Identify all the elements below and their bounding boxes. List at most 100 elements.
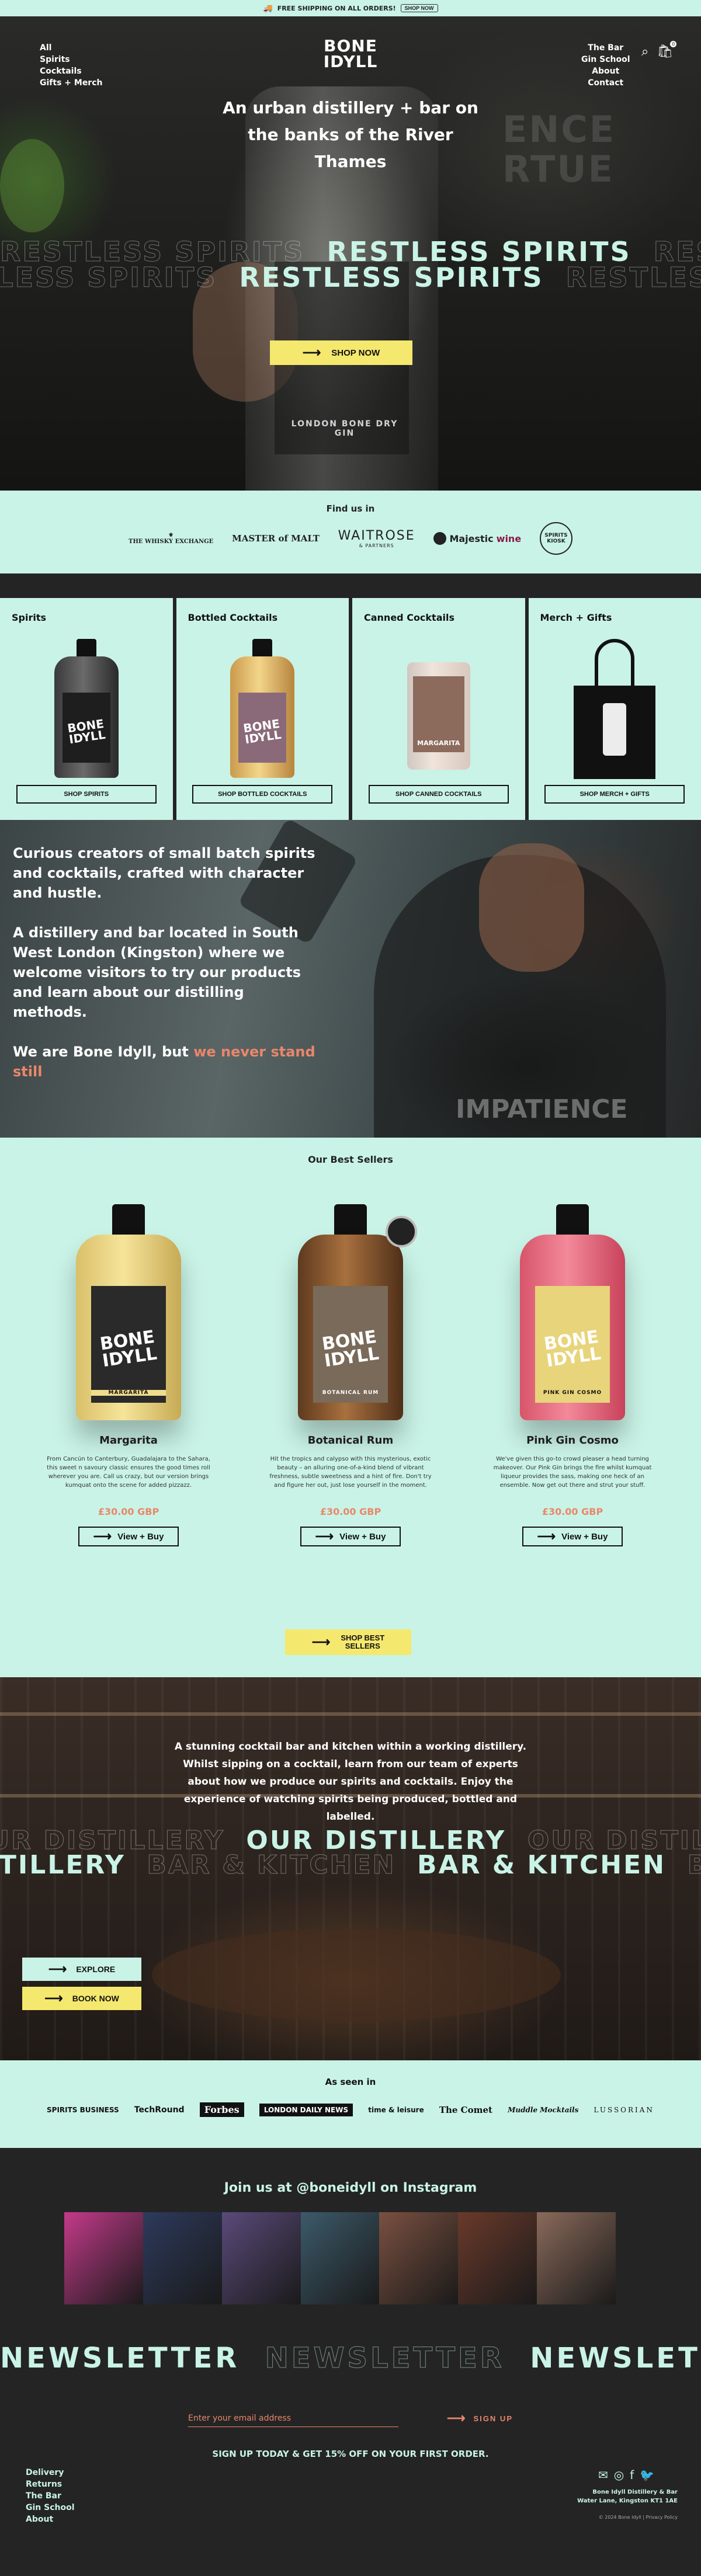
retailer-majestic[interactable]: Majestic wine — [433, 532, 521, 545]
nav-spirits[interactable]: Spirits — [40, 55, 102, 64]
nav-about[interactable]: About — [592, 67, 619, 76]
story-section: IMPATIENCE Curious creators of small bat… — [0, 820, 701, 1138]
hero-bottle-text: LONDON BONE DRY GIN — [291, 419, 398, 438]
product-description: Hit the tropics and calypso with this my… — [269, 1456, 432, 1489]
view-buy-button[interactable]: ⟶ View + Buy — [522, 1527, 623, 1546]
explore-button[interactable]: ⟶ EXPLORE — [22, 1958, 141, 1981]
footer-link-the-bar[interactable]: The Bar — [26, 2491, 75, 2501]
bottle-label-text: MARGARITA — [91, 1390, 166, 1396]
retailer-name: Majestic — [449, 533, 494, 544]
product-name[interactable]: Margarita — [35, 1434, 222, 1447]
instagram-title[interactable]: Join us at @boneidyll on Instagram — [0, 2181, 701, 2195]
press-techround[interactable]: TechRound — [134, 2105, 185, 2115]
nav-gifts-merch[interactable]: Gifts + Merch — [40, 78, 102, 88]
twitter-icon[interactable]: 🐦 — [640, 2468, 654, 2482]
press-muddle-mocktails[interactable]: Muddle Mocktails — [508, 2106, 578, 2114]
as-seen-in-section: As seen in SPIRITS BUSINESS TechRound Fo… — [0, 2060, 701, 2148]
footer-link-about[interactable]: About — [26, 2515, 75, 2524]
bar-table-image — [152, 1928, 561, 2022]
site-logo[interactable]: BONE IDYLL — [321, 38, 380, 69]
newsletter-email-input[interactable] — [188, 2410, 398, 2427]
arrow-right-icon: ⟶ — [315, 1529, 334, 1543]
press-time-leisure[interactable]: time & leisure — [368, 2106, 424, 2113]
retailer-name-suffix: wine — [496, 533, 522, 544]
retailer-name: THE WHISKY EXCHANGE — [129, 538, 214, 545]
press-lussorian[interactable]: LUSSORIAN — [594, 2106, 654, 2114]
instagram-post-tile[interactable] — [143, 2212, 222, 2304]
press-spirits-business[interactable]: SPIRITS BUSINESS — [47, 2106, 119, 2113]
hero-shop-now-button[interactable]: ⟶ SHOP NOW — [270, 340, 412, 365]
can-label-text: MARGARITA — [417, 739, 460, 747]
press-the-comet[interactable]: The Comet — [439, 2105, 492, 2115]
facebook-icon[interactable]: f — [630, 2468, 634, 2482]
shop-best-sellers-button[interactable]: ⟶ SHOP BEST SELLERS — [285, 1629, 411, 1655]
product-card-pink-gin-cosmo: BONE IDYLL PINK GIN COSMO Pink Gin Cosmo… — [479, 1204, 666, 1546]
best-sellers-title: Our Best Sellers — [308, 1154, 393, 1165]
announcement-shop-button[interactable]: SHOP NOW — [400, 4, 438, 12]
cart-icon[interactable]: 🛍 0 — [657, 41, 677, 59]
search-icon[interactable]: ⌕ — [641, 44, 648, 59]
retailer-spirits-kiosk[interactable]: SPIRITS KIOSK — [539, 522, 572, 555]
category-card-canned-cocktails[interactable]: Canned Cocktails MARGARITA SHOP CANNED C… — [352, 598, 525, 820]
hero-marquee-row-2: RESTLESS SPIRITS RESTLESS SPIRITS RESTLE… — [0, 262, 701, 294]
story-paragraph-3: We are Bone Idyll, but we never stand st… — [13, 1042, 317, 1082]
instagram-post-tile[interactable] — [458, 2212, 537, 2304]
view-buy-button[interactable]: ⟶ View + Buy — [300, 1527, 401, 1546]
instagram-icon[interactable]: ◎ — [614, 2468, 624, 2482]
press-london-daily-news[interactable]: LONDON DAILY NEWS — [259, 2103, 353, 2116]
newsletter-section: NEWSLETTER NEWSLETTER NEWSLETTER ⟶ SIGN U… — [0, 2329, 701, 2576]
distillery-description: A stunning cocktail bar and kitchen with… — [174, 1741, 527, 1823]
footer-copyright: © 2024 Bone Idyll | Privacy Policy — [598, 2515, 678, 2520]
bottle-label-text: BOTANICAL RUM — [322, 1390, 379, 1396]
header-icons: ⌕ 🛍 0 — [641, 41, 677, 59]
marquee-outline-text: RESTLESS SPIRITS — [0, 262, 217, 294]
retailer-master-of-malt[interactable]: MASTER of MALT — [232, 533, 320, 544]
product-name[interactable]: Botanical Rum — [257, 1434, 444, 1447]
nav-the-bar[interactable]: The Bar — [588, 43, 623, 53]
product-image[interactable]: BONE IDYLL BOTANICAL RUM — [298, 1204, 417, 1420]
email-icon[interactable]: ✉ — [598, 2468, 608, 2482]
instagram-post-tile[interactable] — [537, 2212, 616, 2304]
nav-all[interactable]: All — [40, 43, 102, 53]
view-buy-button[interactable]: ⟶ View + Buy — [78, 1527, 179, 1546]
category-card-spirits[interactable]: Spirits BONE IDYLL SHOP SPIRITS — [0, 598, 173, 820]
retailer-waitrose[interactable]: WAITROSE & PARTNERS — [338, 529, 415, 548]
nav-cocktails[interactable]: Cocktails — [40, 67, 102, 76]
instagram-post-tile[interactable] — [379, 2212, 459, 2304]
newsletter-signup-button[interactable]: ⟶ SIGN UP — [447, 2412, 513, 2425]
footer-link-returns[interactable]: Returns — [26, 2480, 75, 2489]
bottle-label-text: PINK GIN COSMO — [543, 1390, 602, 1396]
instagram-post-tile[interactable] — [300, 2212, 380, 2304]
product-description: From Cancún to Canterbury, Guadalajara t… — [47, 1456, 210, 1489]
shop-spirits-button[interactable]: SHOP SPIRITS — [16, 785, 157, 804]
distillery-section: A stunning cocktail bar and kitchen with… — [0, 1677, 701, 2060]
arrow-right-icon: ⟶ — [48, 1962, 67, 1976]
arrow-right-icon: ⟶ — [93, 1529, 112, 1543]
press-forbes[interactable]: Forbes — [199, 2102, 244, 2117]
book-now-button[interactable]: ⟶ BOOK NOW — [22, 1987, 141, 2010]
product-name[interactable]: Pink Gin Cosmo — [479, 1434, 666, 1447]
nav-contact[interactable]: Contact — [588, 78, 623, 88]
footer-link-delivery[interactable]: Delivery — [26, 2468, 75, 2477]
category-card-bottled-cocktails[interactable]: Bottled Cocktails BONE IDYLL SHOP BOTTLE… — [176, 598, 349, 820]
find-us-title: Find us in — [326, 503, 375, 514]
marquee-outline-text: RESTLESS SPIRITS — [565, 262, 701, 294]
bottled-cocktail-image: BONE IDYLL — [230, 639, 295, 778]
marquee-filled-text: OUR DISTILLERY — [0, 1850, 126, 1880]
product-card-margarita: BONE IDYLL MARGARITA Margarita From Canc… — [35, 1204, 222, 1546]
address-line-1: Bone Idyll Distillery & Bar — [592, 2489, 678, 2495]
category-card-merch-gifts[interactable]: Merch + Gifts SHOP MERCH + GIFTS — [528, 598, 701, 820]
instagram-post-tile[interactable] — [221, 2212, 301, 2304]
footer-link-gin-school[interactable]: Gin School — [26, 2503, 75, 2512]
arrow-right-icon: ⟶ — [302, 345, 321, 360]
award-medal-icon — [386, 1216, 417, 1247]
retailer-whisky-exchange[interactable]: ⚜ THE WHISKY EXCHANGE — [129, 532, 213, 545]
shop-bottled-cocktails-button[interactable]: SHOP BOTTLED COCKTAILS — [192, 785, 333, 804]
nav-gin-school[interactable]: Gin School — [581, 55, 630, 64]
instagram-post-tile[interactable] — [64, 2212, 143, 2304]
address-line-2: Water Lane, Kingston KT1 1AE — [577, 2498, 678, 2504]
product-image[interactable]: BONE IDYLL PINK GIN COSMO — [520, 1204, 625, 1420]
shop-merch-gifts-button[interactable]: SHOP MERCH + GIFTS — [544, 785, 685, 804]
shop-canned-cocktails-button[interactable]: SHOP CANNED COCKTAILS — [368, 785, 509, 804]
product-image[interactable]: BONE IDYLL MARGARITA — [76, 1204, 181, 1420]
